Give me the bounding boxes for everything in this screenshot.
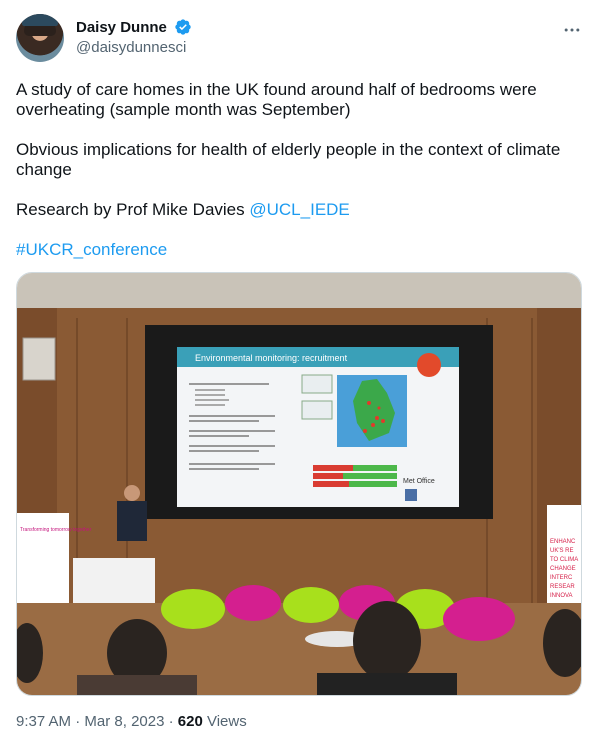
tweet-paragraph-1: A study of care homes in the UK found ar… <box>16 80 537 119</box>
conference-photo-image: Environmental monitoring: recruitment Me… <box>17 273 581 695</box>
avatar[interactable] <box>16 14 64 62</box>
tweet-date[interactable]: Mar 8, 2023 <box>84 713 164 730</box>
author-block[interactable]: Daisy Dunne @daisydunnesci <box>76 18 192 56</box>
meta-separator: · <box>164 713 178 730</box>
avatar-beanie <box>22 14 58 26</box>
tweet-meta: 9:37 AM · Mar 8, 2023 · 620 Views <box>16 713 247 730</box>
svg-text:INTERC: INTERC <box>550 575 573 581</box>
author-display-name[interactable]: Daisy Dunne <box>76 19 167 36</box>
tweet-time[interactable]: 9:37 AM <box>16 713 71 730</box>
tweet-paragraph-3: Research by Prof Mike Davies @UCL_IEDE <box>16 200 582 220</box>
more-dots-icon <box>564 28 580 32</box>
svg-text:INNOVA: INNOVA <box>550 593 573 599</box>
author-handle[interactable]: @daisydunnesci <box>76 39 192 56</box>
speaker <box>117 501 147 541</box>
verified-badge-icon <box>175 19 191 35</box>
views-count[interactable]: 620 <box>178 713 203 730</box>
svg-text:RESEAR: RESEAR <box>550 584 575 590</box>
tweet-photo[interactable]: Environmental monitoring: recruitment Me… <box>16 272 582 696</box>
svg-text:ENHANC: ENHANC <box>550 539 576 545</box>
svg-text:TO CLIMA: TO CLIMA <box>550 557 578 563</box>
left-banner-text: Transforming tomorrow together <box>20 527 92 533</box>
views-label: Views <box>202 713 247 730</box>
svg-text:CHANGE: CHANGE <box>550 566 576 572</box>
slide-title: Environmental monitoring: recruitment <box>195 353 348 363</box>
research-credit-text: Research by Prof Mike Davies <box>16 200 250 219</box>
mention-link[interactable]: @UCL_IEDE <box>249 200 349 219</box>
meta-separator: · <box>71 713 85 730</box>
tweet-paragraph-2: Obvious implications for health of elder… <box>16 140 561 179</box>
tweet-text: A study of care homes in the UK found ar… <box>16 80 582 260</box>
more-horizontal-icon[interactable] <box>562 20 582 40</box>
svg-text:UK'S RE: UK'S RE <box>550 548 573 554</box>
slide-met-office-logo: Met Office <box>403 478 435 485</box>
tweet-header: Daisy Dunne @daisydunnesci <box>16 14 582 66</box>
ceiling <box>17 273 581 313</box>
tweet-paragraph-4: #UKCR_conference <box>16 240 582 260</box>
hashtag-link[interactable]: #UKCR_conference <box>16 240 167 259</box>
